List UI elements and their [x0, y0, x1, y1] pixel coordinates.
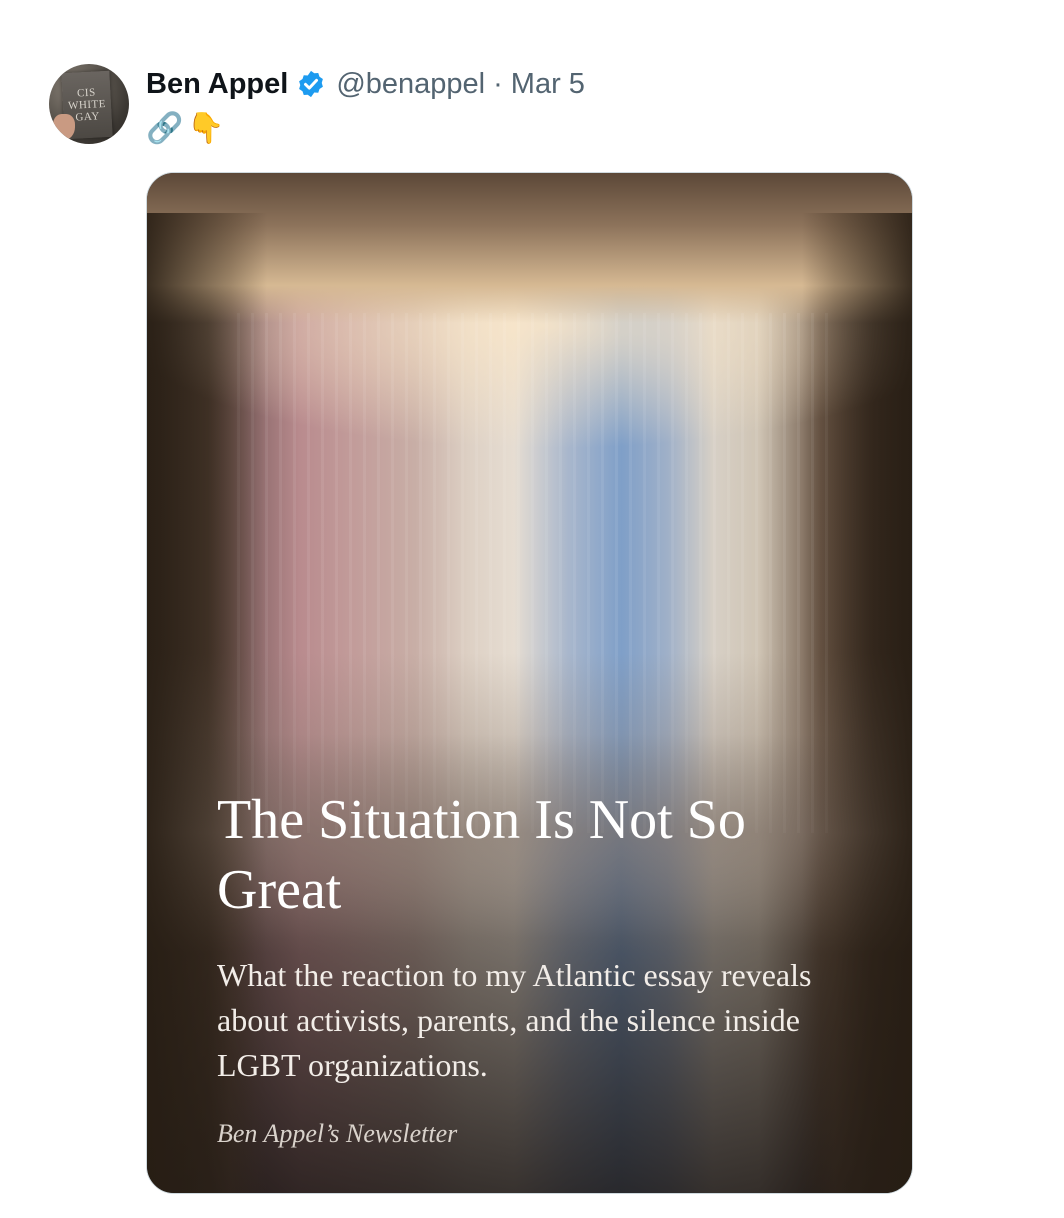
pointing-down-emoji-icon: 👇 [187, 111, 225, 145]
avatar[interactable]: CIS WHITE GAY [49, 64, 129, 144]
avatar-book-line-2: WHITE [67, 98, 107, 112]
card-subtitle: What the reaction to my Atlantic essay r… [217, 957, 812, 1083]
card-title: The Situation Is Not So Great [217, 789, 746, 921]
author-handle[interactable]: @benappel [336, 68, 485, 101]
separator-dot: · [493, 67, 503, 100]
tweet-date[interactable]: Mar 5 [511, 68, 585, 101]
author-name[interactable]: Ben Appel [146, 68, 288, 101]
tweet-header: Ben Appel @benappel · Mar 5 [146, 64, 585, 104]
verified-badge-icon[interactable] [296, 69, 326, 99]
link-preview-card[interactable]: The Situation Is Not So Great What the r… [146, 172, 913, 1194]
avatar-hand [53, 114, 75, 140]
card-publication-name: Ben Appel’s Newsletter [217, 1119, 458, 1148]
avatar-book-line-3: GAY [75, 110, 101, 124]
link-emoji-icon: 🔗 [146, 111, 184, 145]
tweet-text: 🔗 👇 [146, 108, 225, 148]
avatar-book-line-1: CIS [76, 86, 96, 100]
